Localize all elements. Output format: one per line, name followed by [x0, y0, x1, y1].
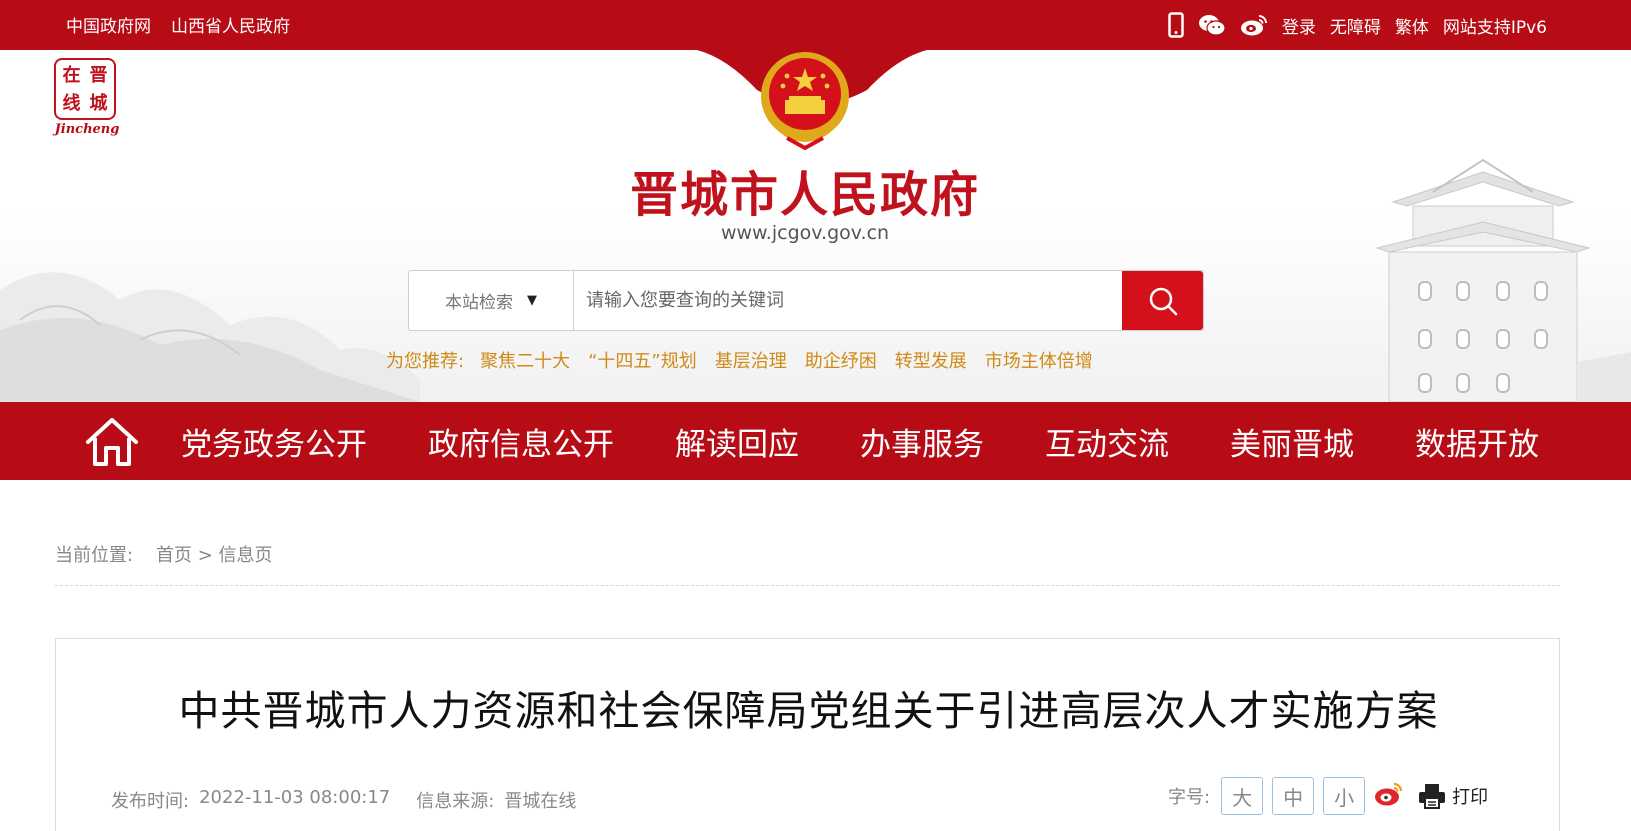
nav-item-beautiful-jincheng[interactable]: 美丽晋城 [1219, 419, 1365, 464]
weibo-icon[interactable] [1240, 13, 1268, 37]
link-shanxi-gov[interactable]: 山西省人民政府 [171, 12, 290, 37]
recommend-label: 为您推荐: [386, 351, 465, 372]
source-label: 信息来源: [416, 791, 495, 812]
site-title: 晋城市人民政府 [629, 167, 980, 223]
search-input[interactable] [574, 271, 1122, 330]
recommend-keyword[interactable]: 市场主体倍增 [985, 347, 1093, 373]
accessibility-link[interactable]: 无障碍 [1330, 13, 1381, 38]
recommend-keyword[interactable]: 助企纾困 [805, 347, 877, 373]
nav-items: 党务政务公开 政府信息公开 解读回应 办事服务 互动交流 美丽晋城 数据开放 [170, 402, 1550, 480]
site-url: www.jcgov.gov.cn [720, 222, 890, 244]
article-panel: 中共晋城市人力资源和社会保障局党组关于引进高层次人才实施方案 发布时间: 202… [55, 638, 1560, 831]
nav-item-services[interactable]: 办事服务 [849, 419, 995, 464]
main-nav: 党务政务公开 政府信息公开 解读回应 办事服务 互动交流 美丽晋城 数据开放 [0, 402, 1631, 480]
article-meta: 发布时间: 2022-11-03 08:00:17 信息来源: 晋城在线 [111, 787, 576, 813]
search-bar: 本站检索 ▼ [408, 270, 1204, 331]
print-button[interactable]: 打印 [1417, 782, 1488, 810]
logo-char: 线 [62, 93, 81, 114]
nav-item-party-gov-affairs[interactable]: 党务政务公开 [170, 419, 378, 464]
search-scope-label: 本站检索 [445, 293, 513, 313]
nav-item-interaction[interactable]: 互动交流 [1034, 419, 1180, 464]
font-size-large-button[interactable]: 大 [1221, 777, 1264, 815]
jincheng-online-logo[interactable]: 在 晋 线 城 Jincheng [54, 58, 120, 154]
logo-char: 在 [62, 65, 81, 86]
logo-latin-text: Jincheng [54, 122, 120, 137]
recommend-keyword[interactable]: “十四五”规划 [588, 347, 697, 373]
article-tools: 字号: 大 中 小 打印 [1168, 777, 1488, 815]
logo-char: 晋 [89, 65, 108, 86]
breadcrumb-label: 当前位置: [55, 545, 134, 566]
weibo-share-icon[interactable] [1374, 780, 1404, 812]
breadcrumb: 当前位置: 首页 > 信息页 [55, 541, 273, 567]
mobile-icon[interactable] [1168, 12, 1184, 38]
font-size-small-button[interactable]: 小 [1323, 777, 1366, 815]
font-size-medium-button[interactable]: 中 [1272, 777, 1315, 815]
site-header: 在 晋 线 城 Jincheng 晋城市人民政府 www.jcgov.gov.c… [0, 50, 1631, 402]
national-emblem-icon [761, 52, 849, 150]
recommended-keywords: 为您推荐: 聚焦二十大 “十四五”规划 基层治理 助企纾困 转型发展 市场主体倍… [386, 347, 1111, 373]
publish-time-label: 发布时间: [111, 791, 190, 812]
nav-item-open-data[interactable]: 数据开放 [1404, 419, 1550, 464]
breadcrumb-current[interactable]: 信息页 [219, 545, 273, 566]
login-link[interactable]: 登录 [1282, 13, 1316, 38]
top-tools: 登录 无障碍 繁体 网站支持IPv6 [1168, 12, 1547, 38]
recommend-keyword[interactable]: 转型发展 [895, 347, 967, 373]
source-value: 晋城在线 [504, 791, 577, 812]
top-links: 中国政府网 山西省人民政府 [66, 12, 290, 37]
recommend-keyword[interactable]: 基层治理 [715, 347, 787, 373]
breadcrumb-separator: > [197, 545, 213, 566]
search-icon [1149, 287, 1177, 315]
search-scope-dropdown[interactable]: 本站检索 ▼ [409, 271, 574, 330]
ipv6-link[interactable]: 网站支持IPv6 [1443, 13, 1547, 38]
breadcrumb-home[interactable]: 首页 [156, 545, 192, 566]
home-button[interactable] [84, 416, 140, 468]
print-label: 打印 [1452, 787, 1489, 808]
nav-item-interpretation[interactable]: 解读回应 [664, 419, 810, 464]
search-button[interactable] [1122, 271, 1203, 330]
wechat-icon[interactable] [1198, 13, 1226, 37]
printer-icon [1419, 784, 1446, 809]
link-china-gov[interactable]: 中国政府网 [66, 12, 151, 37]
home-icon [86, 418, 138, 466]
recommend-keyword[interactable]: 聚焦二十大 [480, 347, 570, 373]
nav-item-gov-info[interactable]: 政府信息公开 [417, 419, 625, 464]
article-title: 中共晋城市人力资源和社会保障局党组关于引进高层次人才实施方案 [178, 687, 1439, 735]
font-size-label: 字号: [1168, 787, 1211, 808]
logo-seal: 在 晋 线 城 [54, 58, 116, 120]
logo-char: 城 [89, 93, 108, 114]
mountain-sketch-illustration [0, 272, 420, 402]
breadcrumb-divider [55, 585, 1560, 586]
publish-time: 2022-11-03 08:00:17 [199, 787, 391, 808]
traditional-chinese-link[interactable]: 繁体 [1395, 13, 1429, 38]
dropdown-arrow-icon: ▼ [527, 293, 537, 308]
top-bar: 中国政府网 山西省人民政府 登录 无障碍 繁体 网站支持IPv6 [0, 0, 1631, 50]
city-gate-tower-illustration [1375, 158, 1631, 402]
